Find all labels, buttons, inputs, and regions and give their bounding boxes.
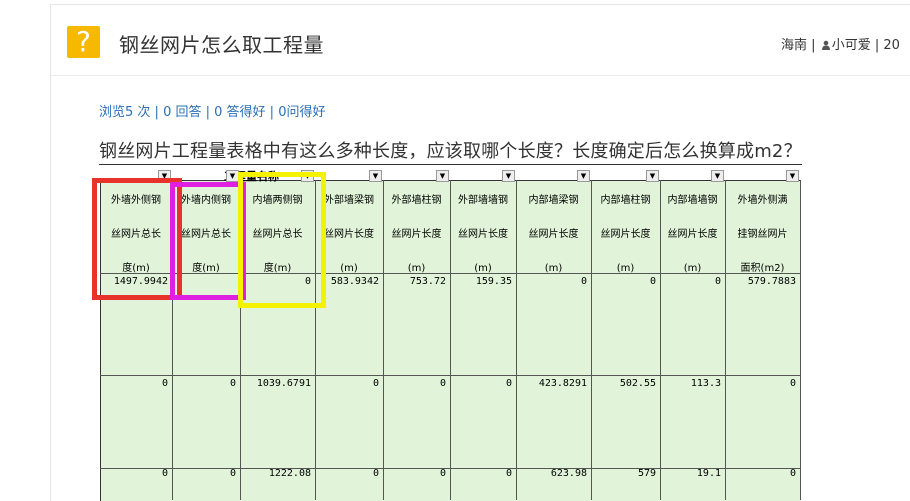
sheet-column-header: 外部墙柱钢 丝网片长度 (m) — [383, 184, 450, 286]
sheet-cell: 0 — [439, 378, 446, 389]
header-line: 丝网片长度 — [458, 229, 508, 240]
question-text: 钢丝网片工程量表格中有这么多种长度，应该取哪个长度？长度确定后怎么换算成m2？ — [99, 140, 802, 165]
spreadsheet-screenshot: 工程量名称 ▼ ▼ ▼ ▼ ▼ ▼ ▼ ▼ ▼ ▼ 外墙外侧钢 丝网片总长 度(m) 外墙内侧钢 丝网片总长… — [92, 168, 910, 501]
sheet-cell: 579 — [637, 468, 656, 479]
filter-dropdown-icon[interactable]: ▼ — [711, 170, 724, 182]
sheet-cell: 0 — [229, 378, 236, 389]
header-line: 挂钢丝网片 — [737, 229, 788, 240]
header-line: 内部墙墙钢 — [667, 195, 718, 206]
sheet-cell: 0 — [372, 468, 379, 479]
header-line: 内部墙梁钢 — [528, 195, 579, 206]
views-count: 浏览5 次 — [99, 105, 151, 120]
stats-separator: | — [150, 105, 164, 120]
sheet-column-header: 内部墙墙钢 丝网片长度 (m) — [660, 184, 725, 286]
sheet-cell: 0 — [505, 378, 512, 389]
sheet-row-divider — [100, 375, 801, 376]
header-line: 丝网片长度 — [528, 229, 579, 240]
sheet-cell: 0 — [789, 468, 796, 479]
header-line: 丝网片长度 — [667, 229, 718, 240]
question-mark-icon: ? — [67, 26, 100, 58]
sheet-column-header: 内部墙梁钢 丝网片长度 (m) — [516, 184, 591, 286]
answers-count[interactable]: 0 回答 — [163, 105, 201, 120]
sheet-column-divider — [800, 180, 801, 500]
red-highlight-box — [92, 178, 182, 300]
sheet-cell: 0 — [789, 378, 796, 389]
sheet-cell: 0 — [229, 468, 236, 479]
username-link[interactable]: 小可爱 — [832, 38, 871, 53]
page-title: 钢丝网片怎么取工程量 — [119, 33, 324, 57]
ask-good-count[interactable]: 0问得好 — [278, 105, 325, 120]
location-link[interactable]: 海南 — [781, 38, 807, 53]
header-line: 外部墙柱钢 — [391, 195, 442, 206]
sheet-cell: 1039.6791 — [256, 378, 311, 389]
meta-separator: | — [811, 38, 816, 53]
filter-dropdown-icon[interactable]: ▼ — [369, 170, 382, 182]
sheet-cell: 1222.08 — [268, 468, 311, 479]
sheet-cell: 0 — [505, 468, 512, 479]
yellow-highlight-box — [238, 172, 326, 308]
sheet-cell: 0 — [580, 276, 587, 287]
question-meta: 海南 | 小可爱 | 20 — [781, 34, 900, 53]
header-line: 外部墙墙钢 — [458, 195, 508, 206]
sheet-cell: 0 — [714, 276, 721, 287]
sheet-column-header: 外墙外侧满 挂钢丝网片 面积(m2) — [725, 184, 800, 286]
sheet-column-header: 外部墙墙钢 丝网片长度 (m) — [450, 184, 516, 286]
sheet-cell: 0 — [161, 468, 168, 479]
filter-dropdown-icon[interactable]: ▼ — [646, 170, 659, 182]
date-text: | 20 — [874, 38, 900, 53]
sheet-cell: 0 — [649, 276, 656, 287]
stats-separator: | — [201, 105, 215, 120]
sheet-cell: 19.1 — [696, 468, 721, 479]
sheet-cell: 623.98 — [550, 468, 587, 479]
sheet-column-header: 内部墙柱钢 丝网片长度 (m) — [591, 184, 660, 286]
sheet-cell: 0 — [439, 468, 446, 479]
filter-dropdown-icon[interactable]: ▼ — [436, 170, 449, 182]
sheet-cell: 423.8291 — [538, 378, 587, 389]
good-answers-count: 0 答得好 — [214, 105, 266, 120]
sheet-cell: 0 — [372, 378, 379, 389]
stats-separator: | — [265, 105, 279, 120]
sheet-cell: 159.35 — [475, 276, 512, 287]
header-line: 外墙外侧满 — [737, 195, 788, 206]
filter-dropdown-icon[interactable]: ▼ — [577, 170, 590, 182]
sheet-cell: 753.72 — [409, 276, 446, 287]
filter-dropdown-icon[interactable]: ▼ — [786, 170, 799, 182]
sheet-cell: 0 — [161, 378, 168, 389]
header-line: 内部墙柱钢 — [600, 195, 651, 206]
header-line: 丝网片长度 — [391, 229, 442, 240]
magenta-highlight-box — [170, 182, 246, 300]
sheet-cell: 579.7883 — [747, 276, 796, 287]
user-icon — [821, 40, 830, 50]
sheet-cell: 113.3 — [690, 378, 721, 389]
header-line: 丝网片长度 — [600, 229, 651, 240]
filter-dropdown-icon[interactable]: ▼ — [502, 170, 515, 182]
sheet-cell: 502.55 — [619, 378, 656, 389]
question-header: ? 钢丝网片怎么取工程量 海南 | 小可爱 | 20 — [51, 5, 910, 76]
question-stats: 浏览5 次 | 0 回答 | 0 答得好 | 0问得好 — [99, 101, 325, 120]
